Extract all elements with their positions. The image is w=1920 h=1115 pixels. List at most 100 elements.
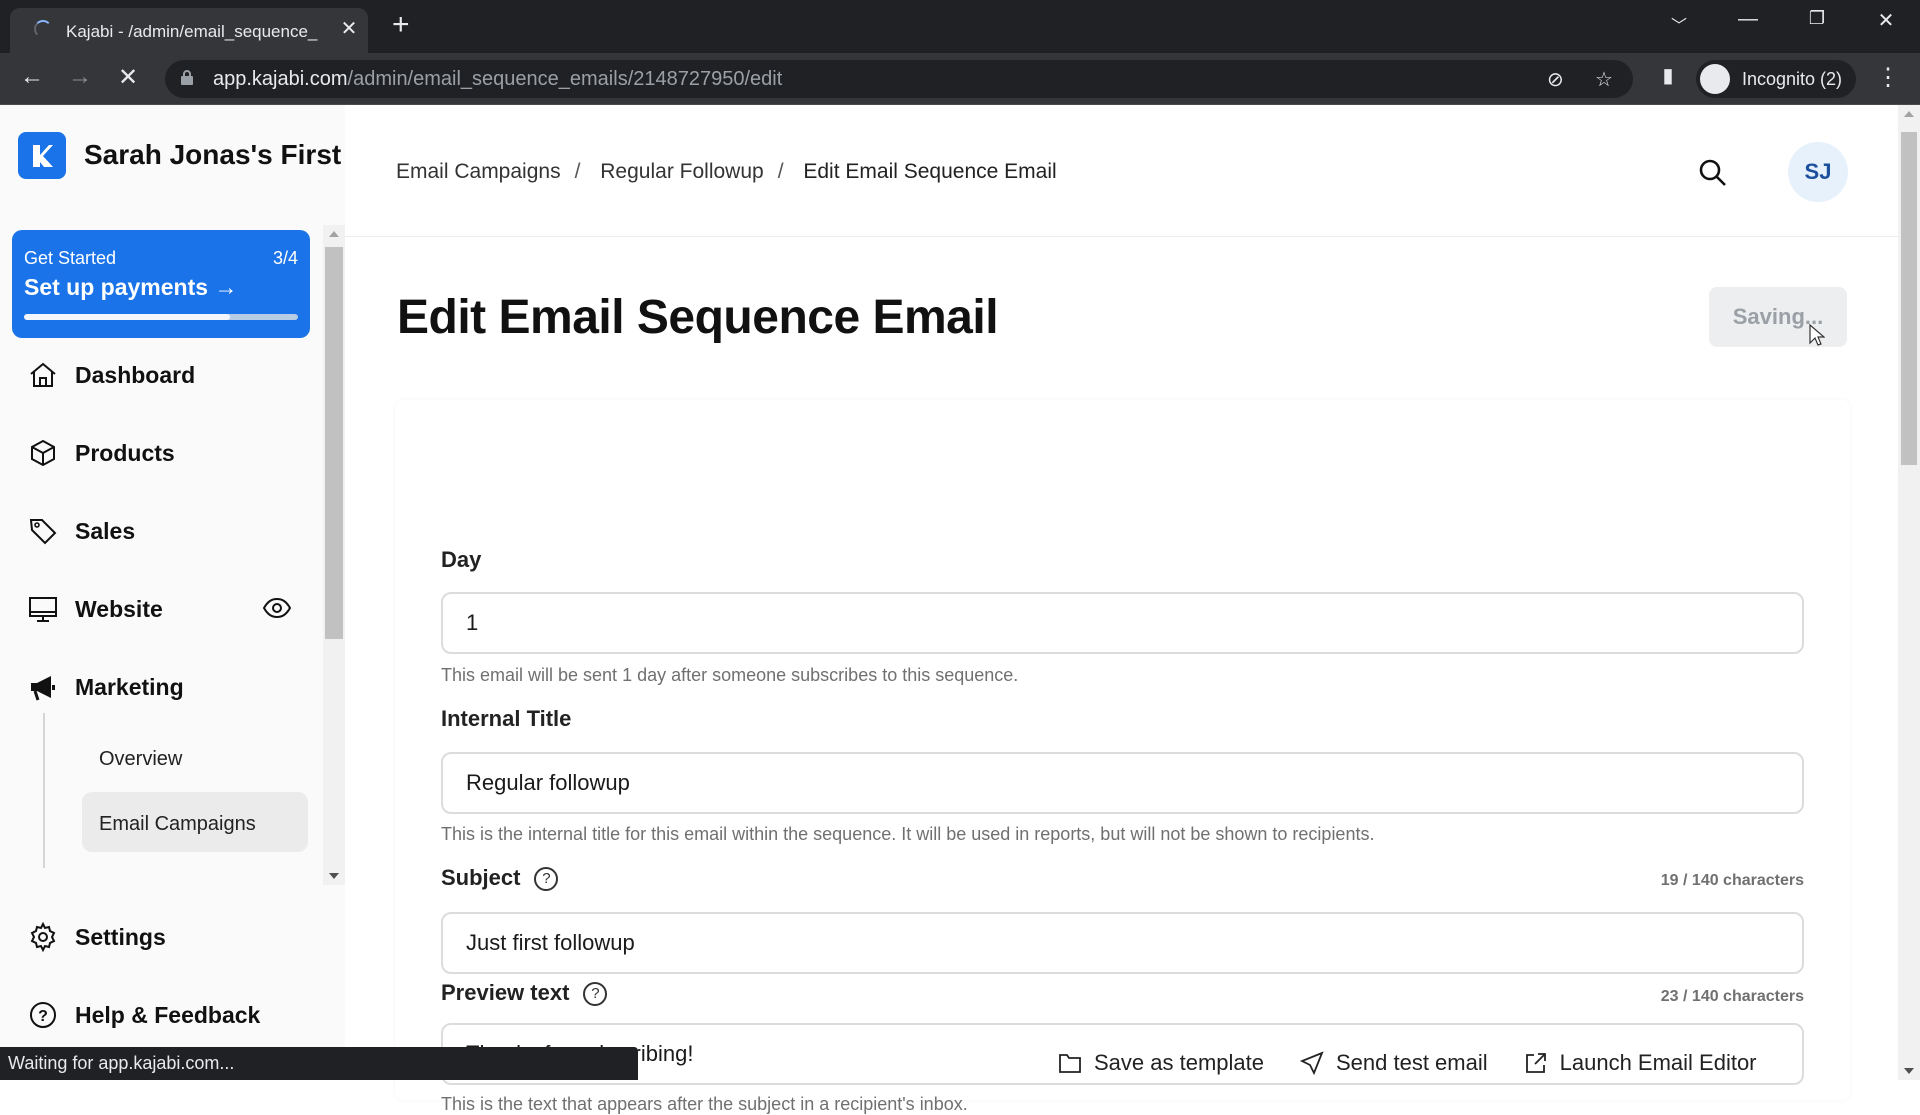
browser-menu-icon[interactable]: ⋮ <box>1870 63 1906 92</box>
launch-email-editor-button[interactable]: Launch Email Editor <box>1524 1048 1757 1078</box>
get-started-progress-fill <box>24 314 230 320</box>
save-as-template-button[interactable]: Save as template <box>1058 1048 1264 1078</box>
sidebar-item-marketing[interactable]: Marketing <box>28 667 184 707</box>
top-header: Email Campaigns / Regular Followup / Edit … <box>345 105 1898 237</box>
breadcrumb-email-campaigns[interactable]: Email Campaigns <box>396 160 561 183</box>
side-panel-icon[interactable]: ▮ <box>1650 63 1686 88</box>
send-test-email-label: Send test email <box>1335 1050 1488 1075</box>
preview-text-label: Preview text? <box>441 980 608 1006</box>
url-text[interactable]: app.kajabi.com/admin/email_sequence_emai… <box>213 68 782 91</box>
day-label: Day <box>441 547 482 572</box>
tracking-blocked-eye-icon[interactable]: ⊘ <box>1547 67 1564 92</box>
user-avatar[interactable]: SJ <box>1788 142 1848 202</box>
preview-text-label-text: Preview text <box>441 980 570 1005</box>
get-started-progress <box>24 314 298 320</box>
get-started-card[interactable]: Get Started 3/4 Set up payments → <box>12 230 310 338</box>
mouse-cursor-icon <box>1809 324 1825 346</box>
sidebar-item-dashboard[interactable]: Dashboard <box>28 355 195 395</box>
lock-icon <box>181 70 193 85</box>
search-icon[interactable] <box>1697 157 1729 189</box>
subject-help-icon[interactable]: ? <box>534 867 559 891</box>
preview-text-char-counter: 23 / 140 characters <box>1660 988 1804 1005</box>
minimize-button[interactable]: — <box>1725 8 1771 31</box>
page-scrollbar-thumb[interactable] <box>1901 132 1917 465</box>
arrow-right-icon: → <box>214 274 238 300</box>
sidebar-item-label: Help & Feedback <box>75 1001 261 1028</box>
email-actions: Save as template Send test email Launch … <box>1058 1048 1757 1078</box>
page-scroll-down-icon[interactable] <box>1904 1068 1914 1074</box>
stop-loading-button[interactable]: ✕ <box>110 63 146 92</box>
day-input[interactable]: 1 <box>441 592 1804 654</box>
restore-button[interactable]: ❐ <box>1794 8 1840 29</box>
incognito-profile-button[interactable]: Incognito (2) <box>1696 60 1856 98</box>
sidebar: Sarah Jonas's First Get Started 3/4 Set … <box>0 105 345 1080</box>
browser-status-bar: Waiting for app.kajabi.com... <box>0 1047 638 1080</box>
send-test-email-button[interactable]: Send test email <box>1299 1048 1488 1078</box>
forward-button[interactable]: → <box>62 63 98 91</box>
sidebar-subitem-overview[interactable]: Overview <box>82 727 308 787</box>
sidebar-item-products[interactable]: Products <box>28 433 175 473</box>
tab-search-chevron-icon[interactable]: ﹀ <box>1656 12 1702 36</box>
address-bar[interactable]: app.kajabi.com/admin/email_sequence_emai… <box>165 60 1633 98</box>
internal-title-input[interactable]: Regular followup <box>441 752 1804 814</box>
subject-label: Subject? <box>441 865 559 891</box>
help-icon: ? <box>30 1002 56 1028</box>
sidebar-item-label: Sales <box>75 517 136 544</box>
browser-toolbar: ← → ✕ app.kajabi.com/admin/email_sequenc… <box>0 53 1920 105</box>
url-path: /admin/email_sequence_emails/2148727950/… <box>347 68 783 90</box>
svg-text:?: ? <box>38 1008 48 1025</box>
save-as-template-label: Save as template <box>1094 1050 1264 1075</box>
breadcrumb-current: Edit Email Sequence Email <box>803 160 1057 183</box>
sidebar-scrollbar-thumb[interactable] <box>325 247 343 639</box>
launch-email-editor-label: Launch Email Editor <box>1559 1050 1757 1075</box>
monitor-icon <box>29 597 57 622</box>
browser-tab-bar: Kajabi - /admin/email_sequence_ ✕ + ﹀ — … <box>0 0 1920 53</box>
day-help-text: This email will be sent 1 day after some… <box>441 665 1019 685</box>
sidebar-item-website[interactable]: Website <box>28 589 298 629</box>
eye-icon[interactable] <box>262 595 292 621</box>
sidebar-scrollbar[interactable] <box>323 225 345 885</box>
preview-text-help-text: This is the text that appears after the … <box>441 1094 968 1114</box>
breadcrumb-separator: / <box>574 160 581 183</box>
external-link-icon <box>1525 1053 1546 1073</box>
loading-spinner-icon <box>34 20 52 38</box>
submenu-divider <box>43 713 45 868</box>
sidebar-item-settings[interactable]: Settings <box>28 917 166 957</box>
send-icon <box>1299 1051 1324 1075</box>
page-title: Edit Email Sequence Email <box>397 291 999 344</box>
sidebar-item-label: Settings <box>75 923 166 950</box>
page: Sarah Jonas's First Get Started 3/4 Set … <box>0 105 1898 1114</box>
profile-label: Incognito (2) <box>1742 69 1843 89</box>
sidebar-item-sales[interactable]: Sales <box>28 511 135 551</box>
new-tab-button[interactable]: + <box>392 8 410 42</box>
browser-tab[interactable]: Kajabi - /admin/email_sequence_ ✕ <box>10 8 368 53</box>
get-started-action: Set up payments → <box>24 274 237 301</box>
sidebar-item-label: Marketing <box>75 673 184 700</box>
close-window-button[interactable]: ✕ <box>1863 8 1909 33</box>
page-scroll-up-icon[interactable] <box>1904 111 1914 117</box>
folder-icon <box>1059 1054 1081 1073</box>
sidebar-item-help[interactable]: ? Help & Feedback <box>28 995 260 1035</box>
sidebar-subitem-email-campaigns[interactable]: Email Campaigns <box>82 792 308 852</box>
breadcrumb-regular-followup[interactable]: Regular Followup <box>600 160 763 183</box>
bookmark-star-icon[interactable]: ☆ <box>1595 67 1613 92</box>
internal-title-help-text: This is the internal title for this emai… <box>441 824 1375 844</box>
page-scrollbar[interactable] <box>1898 105 1920 1080</box>
subject-label-text: Subject <box>441 865 521 890</box>
tab-close-icon[interactable]: ✕ <box>336 16 362 41</box>
subject-input[interactable]: Just first followup <box>441 912 1804 974</box>
megaphone-icon <box>31 676 55 701</box>
home-icon <box>30 362 56 387</box>
scroll-down-arrow-icon[interactable] <box>329 873 339 879</box>
kajabi-logo[interactable] <box>18 132 66 179</box>
save-button[interactable]: Saving... <box>1709 287 1847 347</box>
kajabi-k-icon <box>33 145 53 167</box>
get-started-step: 3/4 <box>272 248 298 268</box>
breadcrumb: Email Campaigns / Regular Followup / Edit … <box>396 160 1071 184</box>
site-name: Sarah Jonas's First <box>84 139 342 170</box>
back-button[interactable]: ← <box>14 63 50 91</box>
scroll-up-arrow-icon[interactable] <box>329 231 339 237</box>
sidebar-item-label: Dashboard <box>75 361 196 388</box>
tab-title: Kajabi - /admin/email_sequence_ <box>66 22 318 41</box>
preview-text-help-icon[interactable]: ? <box>583 982 608 1006</box>
